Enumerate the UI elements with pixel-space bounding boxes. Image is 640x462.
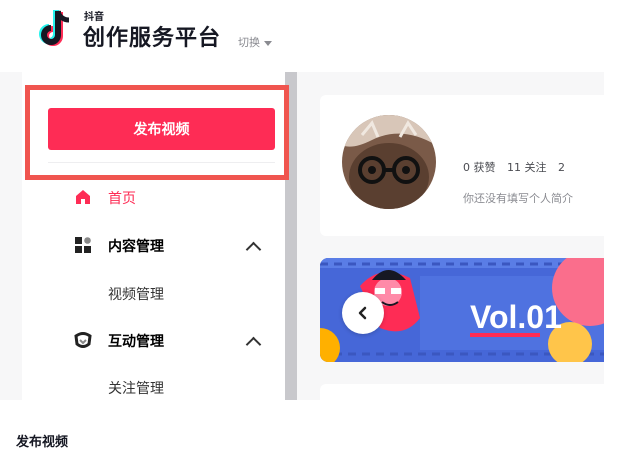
content-grid-icon [75, 237, 91, 253]
sidebar-item-label: 内容管理 [108, 239, 164, 255]
interaction-icon [74, 332, 92, 348]
profile-stats: 0 获赞 11 关注 2 [463, 159, 573, 175]
content-card [320, 384, 604, 400]
douyin-logo-icon [39, 10, 70, 46]
switch-dropdown[interactable]: 切换 [238, 34, 272, 50]
likes-count: 0 获赞 [463, 161, 496, 174]
profile-bio: 你还没有填写个人简介 [463, 192, 573, 205]
banner-prev-button[interactable] [342, 292, 384, 334]
followers-count[interactable]: 2 [558, 161, 565, 174]
sidebar-item-label: 首页 [108, 191, 136, 207]
chevron-left-icon [358, 306, 367, 320]
sidebar-item-label: 互动管理 [108, 334, 164, 350]
header: 抖音 创作服务平台 切换 [0, 0, 640, 72]
caret-down-icon [264, 40, 272, 46]
sidebar-item-label: 视频管理 [108, 287, 164, 303]
highlight-box [25, 85, 289, 180]
screenshot: 抖音 创作服务平台 切换 发布视频 首页 内容管理 视频管理 互动管理 关注管理… [0, 0, 640, 400]
sidebar-item-label: 关注管理 [108, 381, 164, 397]
sidebar-divider [48, 162, 275, 163]
following-count[interactable]: 11 关注 [507, 161, 547, 174]
caption: 发布视频 [16, 435, 69, 450]
banner-title: Vol.01 [470, 299, 562, 335]
avatar[interactable] [342, 115, 436, 209]
switch-label: 切换 [238, 36, 260, 49]
logo-title: 创作服务平台 [83, 26, 222, 51]
home-icon [76, 190, 90, 204]
